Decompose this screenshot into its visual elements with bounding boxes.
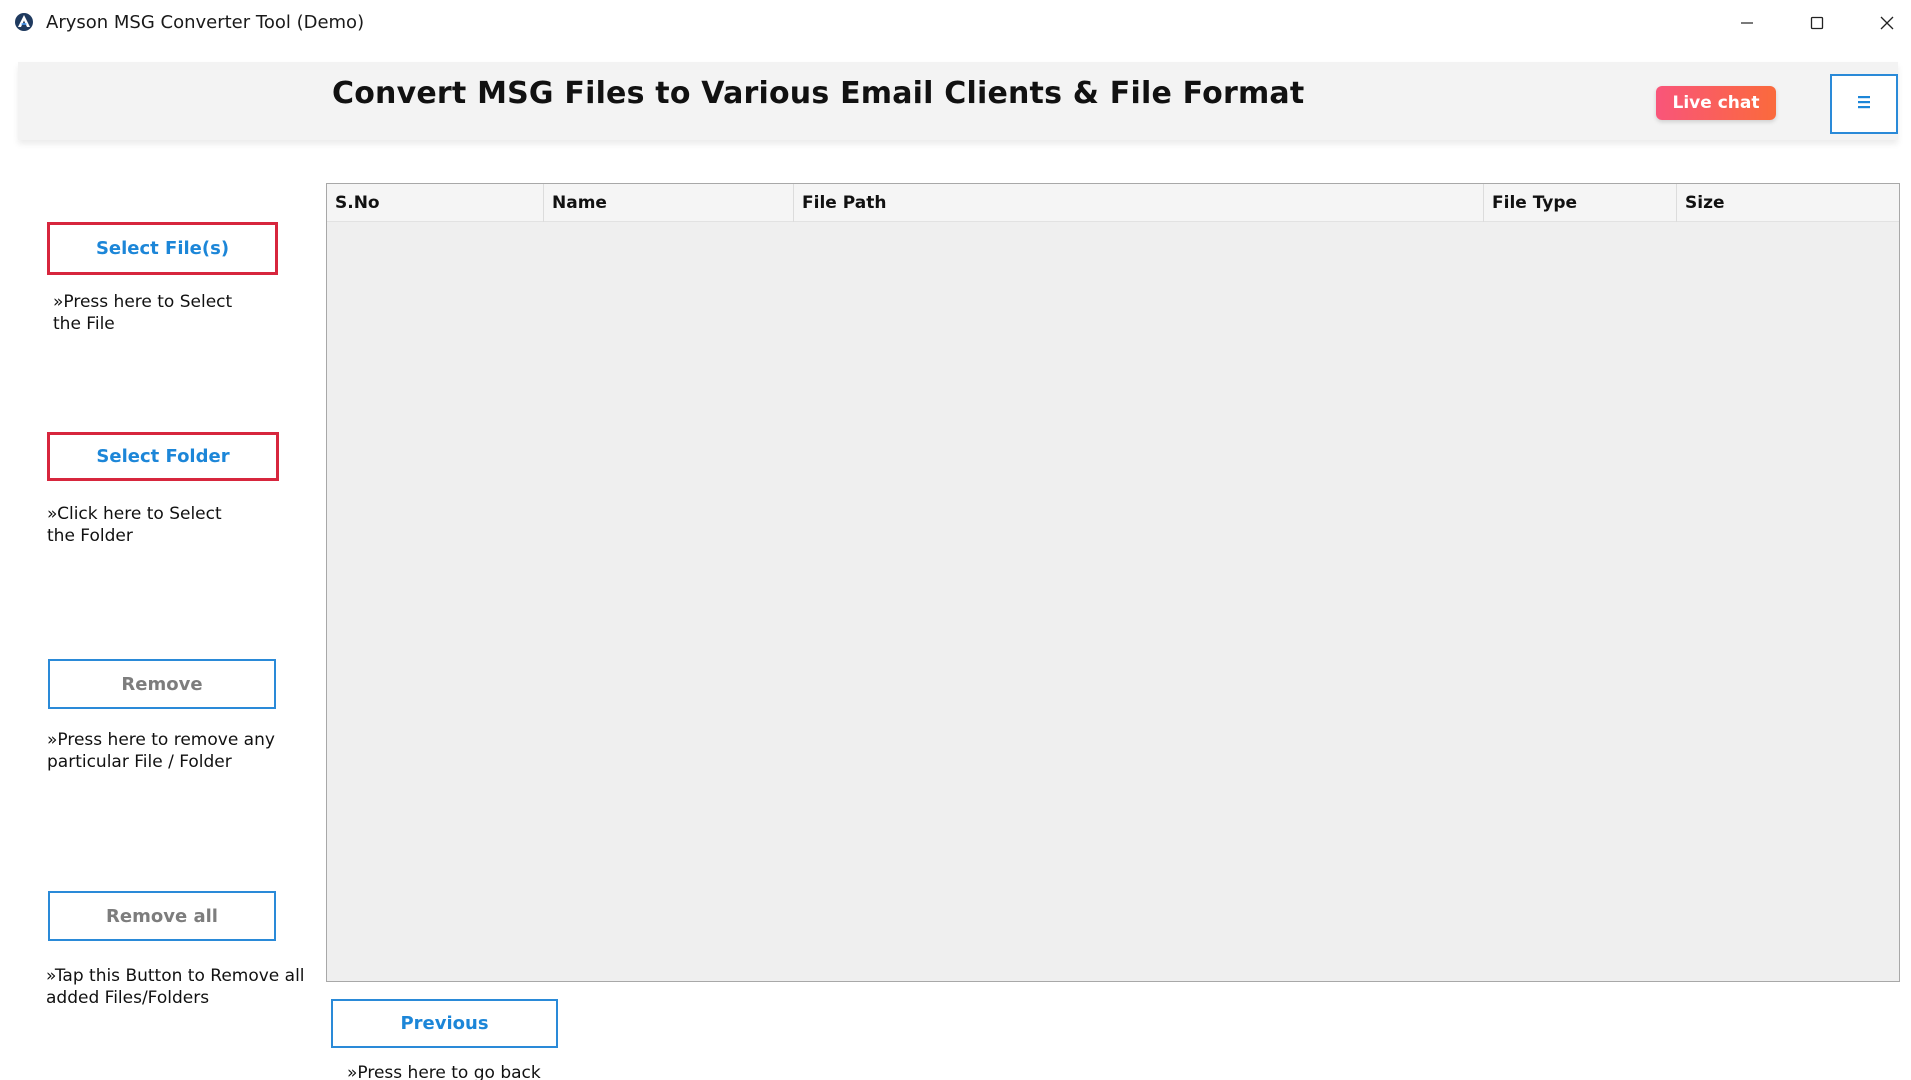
window-title: Aryson MSG Converter Tool (Demo) [46,12,365,33]
close-icon [1879,15,1895,31]
page-title: Convert MSG Files to Various Email Clien… [332,76,1305,111]
select-folder-hint: »Click here to Select the Folder [47,504,222,546]
column-header-file-type[interactable]: File Type [1483,184,1676,222]
minimize-button[interactable] [1712,0,1782,45]
live-chat-button[interactable]: Live chat [1656,86,1776,120]
column-header-sno[interactable]: S.No [327,184,543,222]
app-window: Aryson MSG Converter Tool (Demo) Convert… [0,0,1911,1080]
title-bar: Aryson MSG Converter Tool (Demo) [0,0,1911,45]
column-header-name[interactable]: Name [543,184,793,222]
table-header: S.No Name File Path File Type Size [327,184,1899,222]
menu-button[interactable] [1830,74,1898,134]
select-folder-button[interactable]: Select Folder [47,432,279,481]
close-button[interactable] [1852,0,1911,45]
remove-all-hint: »Tap this Button to Remove all added Fil… [46,966,305,1008]
previous-button[interactable]: Previous [331,999,558,1048]
select-files-hint: »Press here to Select the File [53,292,233,334]
remove-button[interactable]: Remove [48,659,276,709]
maximize-icon [1809,15,1825,31]
select-files-button[interactable]: Select File(s) [47,222,278,275]
remove-hint: »Press here to remove any particular Fil… [47,730,275,772]
file-table[interactable]: S.No Name File Path File Type Size [326,183,1900,982]
hamburger-menu-icon [1855,94,1873,115]
column-header-file-path[interactable]: File Path [793,184,1483,222]
remove-all-button[interactable]: Remove all [48,891,276,941]
column-header-size[interactable]: Size [1676,184,1900,222]
app-header: Convert MSG Files to Various Email Clien… [18,62,1898,140]
maximize-button[interactable] [1782,0,1852,45]
minimize-icon [1739,15,1755,31]
previous-hint: »Press here to go back [347,1063,541,1080]
aryson-logo-icon [14,12,34,32]
